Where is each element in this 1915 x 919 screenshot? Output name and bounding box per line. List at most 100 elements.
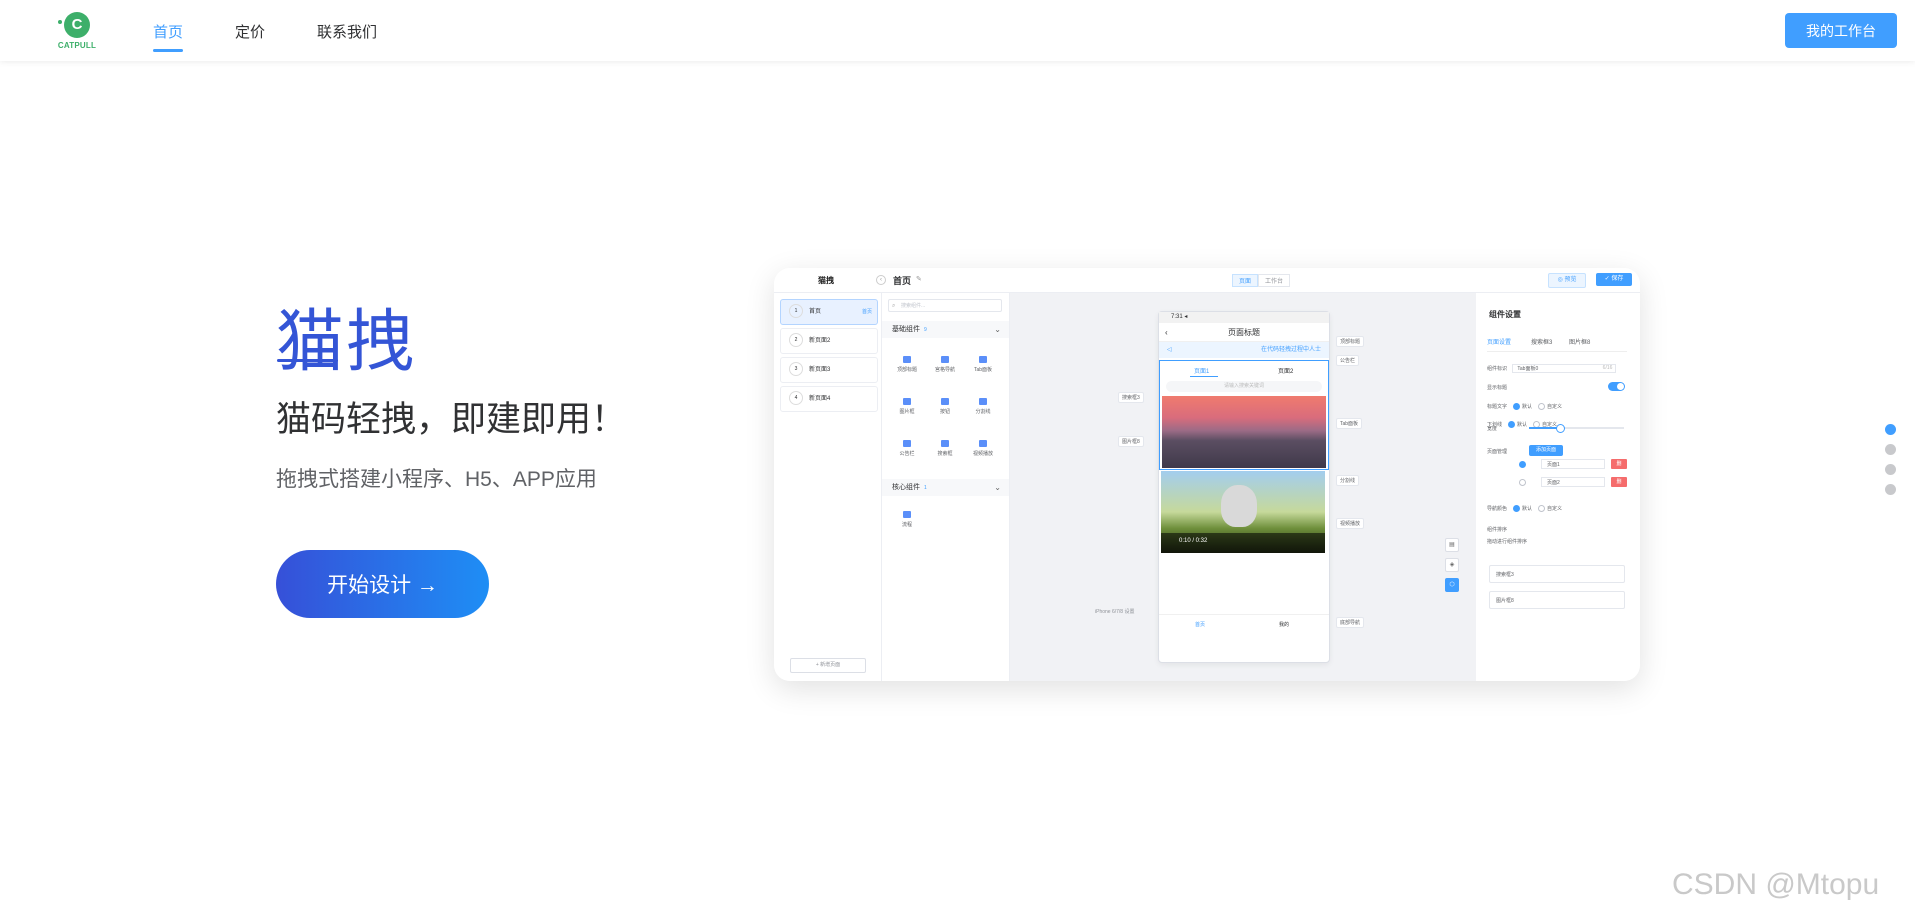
mock-add-page-button: + 新增页面 xyxy=(790,658,866,673)
delete-button: 删 xyxy=(1611,459,1627,469)
mock-component-item: 按钮 xyxy=(928,398,962,415)
mock-page-item: 3 新页面3 xyxy=(780,357,878,383)
page-name-input: 页面2 xyxy=(1541,477,1605,487)
search-icon: ⌕ xyxy=(892,303,896,309)
chevron-down-icon: ⌄ xyxy=(994,483,1001,492)
mock-page-item: 2 新页面2 xyxy=(780,328,878,354)
edit-icon: ✎ xyxy=(916,276,922,283)
section-dot[interactable] xyxy=(1885,444,1896,455)
mock-phone: 7:31 ◂ ‹ 页面标题 ◁ 在代码轻拽过程中人士 页面1 页面2 请输入搜索关键… xyxy=(1158,311,1330,663)
settings-icon: ⬡ xyxy=(1445,578,1459,592)
section-pagination xyxy=(1885,424,1896,504)
logo-icon: C xyxy=(58,12,90,38)
order-item: 图片框8 xyxy=(1489,591,1625,609)
canvas-label: Tab面板 xyxy=(1336,418,1363,429)
mock-settings-title: 组件设置 xyxy=(1489,310,1521,319)
mock-video-player: 0:10 / 0:32 xyxy=(1161,471,1325,553)
page-name-input: 页面1 xyxy=(1541,459,1605,469)
canvas-label: 公告栏 xyxy=(1336,355,1360,366)
mock-component-item: 搜索框 xyxy=(928,440,962,457)
mock-settings-tabs: 页面设置 搜索框3 图片框8 xyxy=(1487,337,1627,352)
mock-component-item: 宫格导航 xyxy=(928,356,962,373)
mock-page-item: 1 首页 首页 xyxy=(780,299,878,325)
mock-component-item: 视频播放 xyxy=(966,440,1000,457)
mock-settings-panel: 组件设置 页面设置 搜索框3 图片框8 组件标识 Tab面板0 6/16 显示标题… xyxy=(1477,293,1640,681)
chevron-down-icon: ⌄ xyxy=(994,325,1001,334)
delete-button: 删 xyxy=(1611,477,1627,487)
mock-tab-page: 页面 xyxy=(1232,274,1259,287)
setting-nav-color: 导航颜色 默认 自定义 xyxy=(1487,505,1563,513)
setting-order-hint: 拖动进行组件排序 xyxy=(1487,539,1528,545)
mock-page-list: 1 首页 首页 2 新页面2 3 新页面3 4 新页面4 + 新增页面 xyxy=(774,293,882,681)
mock-notice-bar: ◁ 在代码轻拽过程中人士 xyxy=(1159,342,1329,358)
mock-toolbar: 猫拽 ‹ 首页 ✎ 页面 工作台 ◎ 预览 ✓ 保存 xyxy=(774,268,1640,293)
logo-text: CATPULL xyxy=(57,41,97,50)
section-dot[interactable] xyxy=(1885,424,1896,435)
mock-component-item: 流程 xyxy=(890,511,924,528)
add-page-button: 添加页面 xyxy=(1529,445,1563,456)
mock-component-item: 图片框 xyxy=(890,398,924,415)
mock-selected-tab-panel: 页面1 页面2 请输入搜索关键词 xyxy=(1159,360,1329,470)
mock-phone-tabbar: 首页 我的 xyxy=(1159,614,1329,635)
order-item: 搜索框3 xyxy=(1489,565,1625,583)
hero-title-underline xyxy=(277,359,338,362)
my-workbench-button[interactable]: 我的工作台 xyxy=(1785,13,1897,48)
mock-component-item: Tab面板 xyxy=(966,356,1000,373)
mock-page-item: 4 新页面4 xyxy=(780,386,878,412)
speaker-icon: ◁ xyxy=(1167,347,1172,353)
active-nav-underline xyxy=(153,49,184,52)
setting-show-title: 显示标题 xyxy=(1487,385,1508,391)
mock-tab-workbench: 工作台 xyxy=(1258,274,1291,287)
mock-logo: 猫拽 xyxy=(818,276,834,285)
hero-description: 拖拽式搭建小程序、H5、APP应用 xyxy=(276,468,597,491)
mock-component-search: ⌕ 搜索组件... xyxy=(888,299,1002,312)
layers-icon: ◈ xyxy=(1445,558,1459,572)
mock-phone-search: 请输入搜索关键词 xyxy=(1166,381,1322,392)
setting-order: 组件排序 xyxy=(1487,527,1508,533)
mock-component-panel: ⌕ 搜索组件... 基础组件 9 ⌄ 顶部标题 宫格导航 Tab面板 图片框 按钮 分… xyxy=(882,293,1010,681)
mock-component-item: 顶部标题 xyxy=(890,356,924,373)
mock-canvas: 7:31 ◂ ‹ 页面标题 ◁ 在代码轻拽过程中人士 页面1 页面2 请输入搜索关键… xyxy=(1010,293,1476,681)
section-dot[interactable] xyxy=(1885,484,1896,495)
editor-preview-image: 猫拽 ‹ 首页 ✎ 页面 工作台 ◎ 预览 ✓ 保存 1 首页 首页 2 新页面2 3新… xyxy=(774,268,1640,681)
nav-item-pricing[interactable]: 定价 xyxy=(235,21,265,42)
setting-width: 宽度 xyxy=(1487,426,1498,432)
setting-title-text: 标题文字 默认 自定义 xyxy=(1487,403,1563,411)
catpull-logo[interactable]: C CATPULL xyxy=(56,12,98,50)
nav-item-contact[interactable]: 联系我们 xyxy=(317,21,377,42)
section-dot[interactable] xyxy=(1885,464,1896,475)
layout-icon: ▤ xyxy=(1445,538,1459,552)
canvas-label: 图片框8 xyxy=(1118,436,1144,447)
canvas-label: 顶部标题 xyxy=(1336,336,1365,347)
video-controls: 0:10 / 0:32 xyxy=(1161,533,1325,553)
canvas-label: 底部导航 xyxy=(1336,617,1365,628)
hero-subtitle: 猫码轻拽，即建即用！ xyxy=(276,400,627,439)
mock-page-title: 首页 xyxy=(893,276,912,286)
mock-component-item: 公告栏 xyxy=(890,440,924,457)
device-model-label: iPhone 6/7/8 设置 xyxy=(1095,609,1135,615)
nav-item-home[interactable]: 首页 xyxy=(153,21,184,52)
top-nav: C CATPULL 首页 定价 联系我们 我的工作台 xyxy=(0,0,1915,61)
mock-core-group-header: 核心组件 1 ⌄ xyxy=(882,479,1009,496)
back-icon: ‹ xyxy=(1165,328,1168,337)
mock-basic-group-header: 基础组件 9 ⌄ xyxy=(882,321,1009,338)
show-title-switch xyxy=(1608,382,1625,391)
setting-component-id: 组件标识 Tab面板0 6/16 xyxy=(1487,364,1617,373)
sunset-image xyxy=(1162,396,1326,468)
mock-preview-button: ◎ 预览 xyxy=(1548,273,1586,288)
watermark: CSDN @Mtopu xyxy=(1672,868,1880,901)
mock-top-tabs: 页面 工作台 xyxy=(1232,274,1291,287)
start-design-button[interactable]: 开始设计 → xyxy=(276,550,489,618)
mock-status-bar: 7:31 ◂ xyxy=(1159,312,1329,323)
bunny-figure xyxy=(1221,485,1257,527)
collapse-icon: ‹ xyxy=(876,275,886,285)
canvas-label: 视频播放 xyxy=(1336,518,1365,529)
width-slider xyxy=(1529,424,1624,433)
mock-save-button: ✓ 保存 xyxy=(1596,273,1632,286)
canvas-label: 分割线 xyxy=(1336,475,1360,486)
hero-title: 猫拽 xyxy=(276,304,417,380)
canvas-label: 搜索框3 xyxy=(1118,392,1144,403)
mock-component-item: 分割线 xyxy=(966,398,1000,415)
mock-phone-tabs: 页面1 页面2 xyxy=(1160,361,1328,378)
setting-page-manage: 页面管理 xyxy=(1487,449,1508,455)
